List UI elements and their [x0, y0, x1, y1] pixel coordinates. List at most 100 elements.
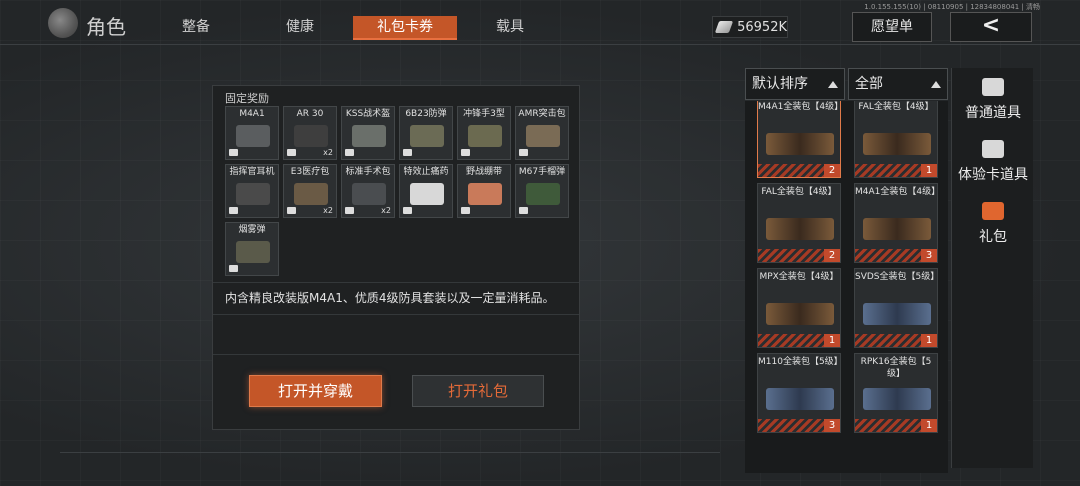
item-image-icon — [468, 125, 502, 147]
tag-icon — [461, 207, 470, 214]
reward-item[interactable]: M4A1 — [225, 106, 279, 160]
card-icon — [982, 140, 1004, 158]
reward-item[interactable]: 指挥官耳机 — [225, 164, 279, 218]
reward-panel: 固定奖励 M4A1 AR 30 x2 KSS战术盔 6B23防弹 冲锋手3型 AMR突击包指… — [212, 85, 580, 430]
gift-pack-name: M4A1全装包【4级】 — [855, 187, 938, 197]
gift-pack-card[interactable]: FAL全装包【4级】 2 — [757, 183, 841, 263]
reward-item-name: 标准手术包 — [345, 167, 391, 177]
gear-box-icon — [766, 388, 834, 410]
gift-pack-card[interactable]: FAL全装包【4级】 1 — [854, 101, 938, 178]
gift-pack-card[interactable]: M110全装包【5级】 3 — [757, 353, 841, 433]
gift-pack-card[interactable]: MPX全装包【4级】 1 — [757, 268, 841, 348]
item-image-icon — [468, 183, 502, 205]
reward-item[interactable]: 标准手术包 x2 — [341, 164, 395, 218]
reward-item[interactable]: 特效止痛药 — [399, 164, 453, 218]
item-image-icon — [526, 125, 560, 147]
side-tab-normal-items[interactable]: 普通道具 — [952, 72, 1034, 132]
side-tab-gift-packs[interactable]: 礼包 — [952, 196, 1034, 256]
reward-item-name: 野战绷带 — [465, 167, 502, 177]
caret-up-icon — [828, 81, 838, 88]
gift-pack-name: FAL全装包【4级】 — [858, 102, 934, 112]
side-tab-label: 普通道具 — [965, 105, 1021, 121]
item-image-icon — [526, 183, 560, 205]
tab-health[interactable]: 健康 — [270, 16, 330, 40]
tag-icon — [345, 149, 354, 156]
item-image-icon — [294, 125, 328, 147]
gift-pack-card[interactable]: M4A1全装包【4级】 3 — [854, 183, 938, 263]
globe-logo-icon — [48, 8, 78, 38]
gear-box-icon — [766, 303, 834, 325]
gift-pack-name: SVDS全装包【5级】 — [855, 272, 938, 282]
reward-item[interactable]: 烟雾弹 — [225, 222, 279, 276]
gift-pack-name: MPX全装包【4级】 — [759, 272, 839, 282]
divider — [213, 282, 579, 283]
item-image-icon — [236, 183, 270, 205]
gear-box-icon — [766, 133, 834, 155]
gift-pack-list[interactable]: M4A1全装包【4级】 2 FAL全装包【4级】 1 FAL全装包【4级】 2 M4A1全装… — [745, 101, 948, 473]
tag-icon — [403, 207, 412, 214]
reward-item-count: x2 — [323, 148, 333, 157]
reward-item-name: KSS战术盔 — [345, 109, 391, 119]
tab-equip[interactable]: 整备 — [166, 16, 226, 40]
reward-item-name: 6B23防弹 — [405, 109, 447, 119]
gear-box-icon — [863, 218, 931, 240]
reward-item-name: E3医疗包 — [290, 167, 330, 177]
gift-pack-count: 1 — [824, 334, 840, 347]
tab-vehicles[interactable]: 载具 — [480, 16, 540, 40]
gift-pack-name: M4A1全装包【4级】 — [758, 102, 841, 112]
gift-pack-card[interactable]: M4A1全装包【4级】 2 — [757, 101, 841, 178]
category-sidebar: 普通道具 体验卡道具 礼包 — [951, 68, 1033, 468]
gear-box-icon — [766, 218, 834, 240]
money-icon — [714, 21, 734, 33]
gift-pack-card[interactable]: SVDS全装包【5级】 1 — [854, 268, 938, 348]
page-title: 角色 — [86, 15, 126, 39]
reward-item[interactable]: KSS战术盔 — [341, 106, 395, 160]
gift-pack-name: M110全装包【5级】 — [758, 357, 841, 367]
top-bar: 角色 整备 健康 礼包卡券 载具 56952K 愿望单 < — [0, 8, 1080, 44]
reward-item[interactable]: 冲锋手3型 — [457, 106, 511, 160]
tag-icon — [519, 207, 528, 214]
chest-icon — [982, 78, 1004, 96]
gift-pack-name: FAL全装包【4级】 — [761, 187, 837, 197]
back-button[interactable]: < — [950, 12, 1032, 42]
side-tab-trial-cards[interactable]: 体验卡道具 — [952, 134, 1034, 194]
tag-icon — [229, 207, 238, 214]
gift-pack-count: 3 — [824, 419, 840, 432]
divider — [213, 314, 579, 315]
item-image-icon — [352, 183, 386, 205]
reward-item[interactable]: 野战绷带 — [457, 164, 511, 218]
item-image-icon — [294, 183, 328, 205]
item-image-icon — [352, 125, 386, 147]
tag-icon — [403, 149, 412, 156]
gear-box-icon — [863, 388, 931, 410]
reward-item-name: 冲锋手3型 — [463, 109, 505, 119]
tag-icon — [229, 149, 238, 156]
reward-item[interactable]: M67手榴弹 — [515, 164, 569, 218]
gift-pack-count: 1 — [921, 164, 937, 177]
wishlist-button[interactable]: 愿望单 — [852, 12, 932, 42]
reward-panel-title: 固定奖励 — [225, 92, 269, 105]
gift-pack-count: 2 — [824, 249, 840, 262]
tag-icon — [229, 265, 238, 272]
item-image-icon — [410, 183, 444, 205]
open-and-equip-button[interactable]: 打开并穿戴 — [249, 375, 382, 407]
gift-pack-card[interactable]: RPK16全装包【5级】 1 — [854, 353, 938, 433]
open-gift-button[interactable]: 打开礼包 — [412, 375, 544, 407]
sort-dropdown[interactable]: 默认排序 — [745, 68, 845, 100]
side-tab-label: 礼包 — [979, 229, 1007, 245]
item-image-icon — [236, 125, 270, 147]
caret-up-icon — [931, 81, 941, 88]
reward-item[interactable]: AR 30 x2 — [283, 106, 337, 160]
tag-icon — [519, 149, 528, 156]
gift-pack-name: RPK16全装包【5级】 — [860, 357, 932, 379]
gear-box-icon — [863, 303, 931, 325]
reward-item-count: x2 — [323, 206, 333, 215]
gift-pack-count: 2 — [824, 164, 840, 177]
filter-dropdown[interactable]: 全部 — [848, 68, 948, 100]
tab-gift-vouchers[interactable]: 礼包卡券 — [353, 16, 457, 40]
reward-item[interactable]: 6B23防弹 — [399, 106, 453, 160]
divider — [213, 354, 579, 355]
reward-item[interactable]: E3医疗包 x2 — [283, 164, 337, 218]
reward-item[interactable]: AMR突击包 — [515, 106, 569, 160]
gift-pack-count: 1 — [921, 334, 937, 347]
